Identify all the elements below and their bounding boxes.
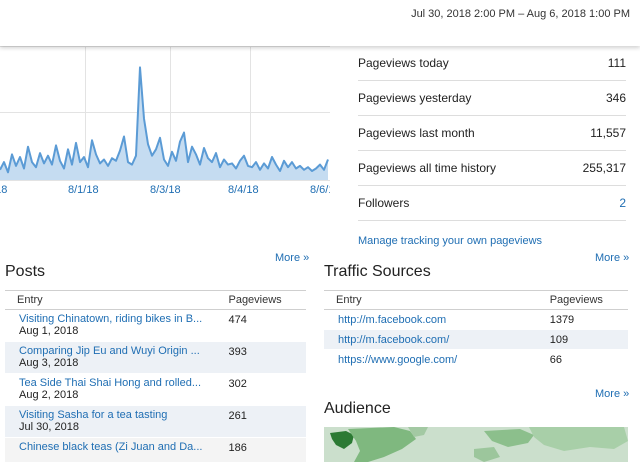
posts-more-link[interactable]: More »: [275, 252, 309, 264]
traffic-source-link[interactable]: https://www.google.com/: [338, 354, 550, 366]
stat-value: 111: [607, 56, 626, 70]
world-map-icon: [324, 427, 628, 462]
stat-value: 255,317: [582, 161, 626, 175]
stat-label: Pageviews yesterday: [358, 91, 472, 105]
post-pageviews: 474: [228, 314, 247, 326]
stat-label: Pageviews last month: [358, 126, 475, 140]
traffic-pageviews: 66: [549, 353, 562, 366]
post-date: Aug 3, 2018: [19, 357, 79, 369]
audience-world-map[interactable]: [324, 427, 628, 462]
table-row: Visiting Sasha for a tea tasting Jul 30,…: [5, 406, 306, 438]
posts-title: Posts: [5, 263, 46, 280]
traffic-pageviews: 109: [549, 333, 569, 346]
column-pageviews: Pageviews: [228, 294, 282, 306]
post-date: Aug 2, 2018: [19, 389, 79, 401]
table-row: http://m.facebook.com/ 109: [324, 330, 628, 350]
stat-pageviews-last-month: Pageviews last month 11,557: [358, 116, 626, 151]
stat-value: 11,557: [590, 126, 626, 140]
stat-label: Pageviews today: [358, 56, 449, 70]
column-entry: Entry: [336, 294, 362, 306]
stat-label: Pageviews all time history: [358, 161, 497, 175]
post-link[interactable]: Comparing Jip Eu and Wuyi Origin ...: [19, 345, 214, 357]
table-header: Entry Pageviews: [324, 290, 628, 310]
x-tick-label: 8/4/18: [228, 184, 259, 196]
post-date: Jul 30, 2018: [19, 421, 79, 433]
column-pageviews: Pageviews: [549, 294, 603, 306]
date-range-label[interactable]: Jul 30, 2018 2:00 PM – Aug 6, 2018 1:00 …: [411, 8, 630, 20]
traffic-source-link[interactable]: http://m.facebook.com/: [338, 334, 550, 346]
stat-value: 346: [605, 91, 626, 105]
table-row: Comparing Jip Eu and Wuyi Origin ... Aug…: [5, 342, 306, 374]
pageviews-chart: 0/18 8/1/18 8/3/18 8/4/18 8/6/18: [0, 46, 330, 198]
pageviews-line: [0, 66, 329, 174]
post-link[interactable]: Visiting Sasha for a tea tasting: [19, 409, 214, 421]
table-header: Entry Pageviews: [5, 290, 306, 310]
header-bar: Jul 30, 2018 2:00 PM – Aug 6, 2018 1:00 …: [0, 0, 640, 46]
table-row: Tea Side Thai Shai Hong and rolled... Au…: [5, 374, 306, 406]
x-tick-label: 8/3/18: [150, 184, 181, 196]
stat-followers: Followers 2: [358, 186, 626, 221]
pageviews-area: [0, 67, 328, 180]
post-link[interactable]: Visiting Chinatown, riding bikes in B...: [19, 313, 214, 325]
post-link[interactable]: Chinese black teas (Zi Juan and Da...: [19, 441, 214, 453]
pageviews-chart-svg: 0/18 8/1/18 8/3/18 8/4/18 8/6/18: [0, 46, 330, 196]
table-row: http://m.facebook.com 1379: [324, 310, 628, 330]
traffic-sources-table: Entry Pageviews http://m.facebook.com 13…: [324, 290, 628, 370]
post-pageviews: 302: [228, 378, 247, 390]
traffic-source-link[interactable]: http://m.facebook.com: [338, 314, 550, 326]
post-pageviews: 393: [228, 346, 247, 358]
traffic-sources-title: Traffic Sources: [324, 263, 431, 280]
followers-count-link[interactable]: 2: [619, 196, 626, 210]
table-row: Visiting Chinatown, riding bikes in B...…: [5, 310, 306, 342]
traffic-pageviews: 1379: [549, 313, 575, 326]
traffic-more-link[interactable]: More »: [595, 252, 629, 264]
post-pageviews: 261: [228, 410, 247, 422]
post-pageviews: 186: [228, 442, 247, 454]
column-entry: Entry: [17, 294, 43, 306]
posts-table: Entry Pageviews Visiting Chinatown, ridi…: [5, 290, 306, 462]
post-link[interactable]: Tea Side Thai Shai Hong and rolled...: [19, 377, 214, 389]
stats-panel: Pageviews today 111 Pageviews yesterday …: [358, 46, 626, 247]
post-date: Aug 1, 2018: [19, 325, 79, 337]
stat-pageviews-yesterday: Pageviews yesterday 346: [358, 81, 626, 116]
stat-label: Followers: [358, 196, 410, 210]
x-tick-label: 8/6/18: [310, 184, 330, 196]
x-tick-label: 0/18: [0, 184, 7, 196]
table-row: https://www.google.com/ 66: [324, 350, 628, 370]
audience-more-link[interactable]: More »: [595, 388, 629, 400]
manage-tracking-link[interactable]: Manage tracking your own pageviews: [358, 235, 626, 247]
table-row: Chinese black teas (Zi Juan and Da... 18…: [5, 438, 306, 462]
audience-title: Audience: [324, 400, 391, 417]
x-tick-label: 8/1/18: [68, 184, 99, 196]
stat-pageviews-all-time: Pageviews all time history 255,317: [358, 151, 626, 186]
stat-pageviews-today: Pageviews today 111: [358, 46, 626, 81]
